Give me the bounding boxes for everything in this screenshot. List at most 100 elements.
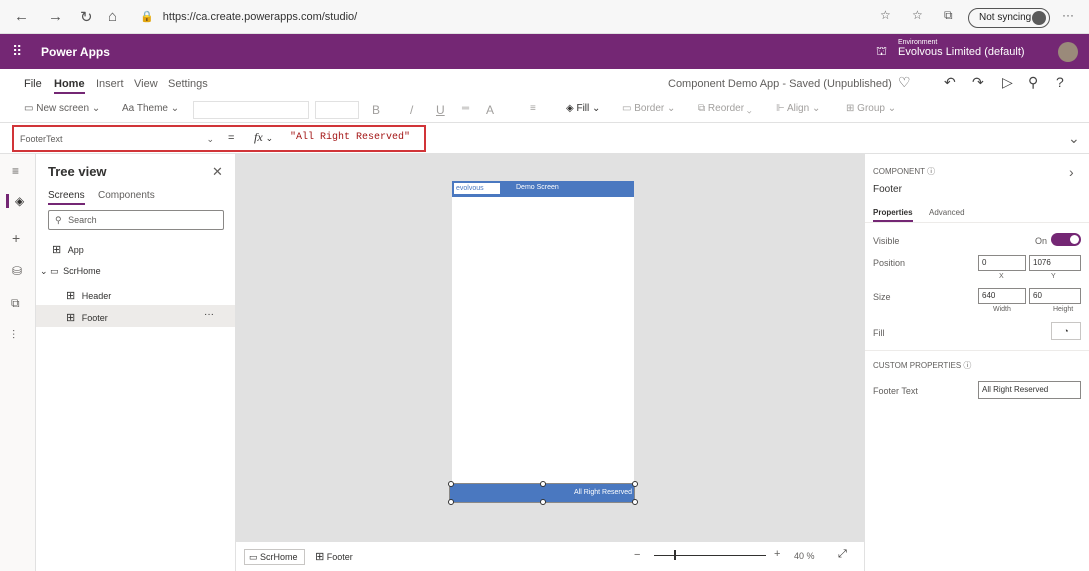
insert-icon[interactable]: + xyxy=(12,230,20,246)
close-icon[interactable]: ✕ xyxy=(212,164,223,180)
menu-settings[interactable]: Settings xyxy=(168,78,208,90)
tree-item-label: App xyxy=(67,245,84,255)
collapse-panel-icon[interactable]: › xyxy=(1069,164,1074,180)
browser-more-icon[interactable]: ··· xyxy=(1062,8,1074,22)
more-options-icon[interactable]: ··· xyxy=(204,309,214,320)
tree-item-screen[interactable]: ⌄ ▭ ScrHome xyxy=(40,266,101,277)
play-icon[interactable]: ▷ xyxy=(1002,74,1013,91)
reorder-button[interactable]: ⧉ Reorder ⌄ xyxy=(698,103,752,114)
tab-properties[interactable]: Properties xyxy=(873,208,913,222)
align-button[interactable]: ⊩ Align ⌄ xyxy=(776,103,820,114)
resize-handle[interactable] xyxy=(632,499,638,505)
position-y-input[interactable]: 1076 xyxy=(1029,255,1081,271)
address-bar[interactable]: 🔒 https://ca.create.powerapps.com/studio… xyxy=(140,6,840,28)
resize-handle[interactable] xyxy=(632,481,638,487)
height-input[interactable]: 60 xyxy=(1029,288,1081,304)
resize-handle[interactable] xyxy=(448,499,454,505)
zoom-slider-thumb[interactable] xyxy=(674,550,676,560)
forward-icon[interactable]: → xyxy=(48,8,63,25)
tab-screens[interactable]: Screens xyxy=(48,190,85,205)
tab-advanced[interactable]: Advanced xyxy=(929,208,965,217)
font-color-icon[interactable]: A xyxy=(486,103,494,117)
zoom-out-button[interactable]: − xyxy=(634,549,640,561)
resize-handle[interactable] xyxy=(540,499,546,505)
layers-icon[interactable]: ◈ xyxy=(6,194,24,208)
refresh-icon[interactable]: ↻ xyxy=(80,8,93,26)
menu-view[interactable]: View xyxy=(134,78,158,90)
collections-icon[interactable]: ⧉ xyxy=(944,8,953,23)
breadcrumb-component[interactable]: ⊞ Footer xyxy=(315,551,353,563)
redo-icon[interactable]: ↷ xyxy=(972,74,984,91)
position-x-input[interactable]: 0 xyxy=(978,255,1026,271)
undo-icon[interactable]: ↶ xyxy=(944,74,956,91)
font-size-dropdown[interactable] xyxy=(315,101,359,119)
tree-item-footer[interactable]: ⊞ Footer ··· xyxy=(36,305,235,327)
environment-picker[interactable]: Environment Evolvous Limited (default) xyxy=(898,39,1025,58)
tree-item-header[interactable]: ⊞ Header xyxy=(66,289,111,302)
breadcrumb-screen[interactable]: ▭ ScrHome xyxy=(244,549,306,565)
status-bar: ▭ ScrHome ⊞ Footer − + 40 % ⤢ xyxy=(236,541,864,571)
component-icon: ⊞ xyxy=(66,290,76,302)
border-button[interactable]: ▭ Border ⌄ xyxy=(622,103,675,114)
fill-button[interactable]: ◈ Fill ⌄ xyxy=(566,103,600,114)
browser-toolbar: ← → ↻ ⌂ 🔒 https://ca.create.powerapps.co… xyxy=(0,0,1089,34)
resize-handle[interactable] xyxy=(448,481,454,487)
property-dropdown[interactable]: FooterText ⌄ xyxy=(16,129,216,149)
share-icon[interactable]: ⚲ xyxy=(1028,74,1038,91)
fit-to-window-icon[interactable]: ⤢ xyxy=(838,548,847,561)
tab-components[interactable]: Components xyxy=(98,190,155,201)
user-avatar[interactable] xyxy=(1058,42,1078,62)
footer-text-input[interactable]: All Right Reserved xyxy=(978,381,1081,399)
theme-button[interactable]: Aa Theme ⌄ xyxy=(122,103,179,114)
visible-toggle[interactable] xyxy=(1051,233,1081,246)
favorites-add-icon[interactable]: ☆ xyxy=(880,8,891,22)
waffle-icon[interactable]: ⠿ xyxy=(12,43,22,60)
header-component[interactable]: evolvous Demo Screen xyxy=(452,181,634,197)
app-checker-icon[interactable]: ♡ xyxy=(898,74,911,91)
border-label: Border xyxy=(634,103,665,114)
screen-icon: ▭ xyxy=(50,266,59,276)
ribbon-toolbar: ▭ New screen ⌄ Aa Theme ⌄ B / U ═ A ≡ ◈ … xyxy=(0,97,1089,123)
search-placeholder: Search xyxy=(68,215,97,225)
width-label: Width xyxy=(993,306,1011,313)
width-input[interactable]: 640 xyxy=(978,288,1026,304)
group-button[interactable]: ⊞ Group ⌄ xyxy=(846,103,896,114)
bold-button[interactable]: B xyxy=(372,103,380,117)
underline-button[interactable]: U xyxy=(436,103,445,117)
data-icon[interactable]: ⛁ xyxy=(12,264,22,278)
variables-icon[interactable]: ⫶ xyxy=(12,328,15,343)
menu-file[interactable]: File xyxy=(24,78,42,90)
home-icon[interactable]: ⌂ xyxy=(108,8,117,25)
resize-handle[interactable] xyxy=(540,481,546,487)
url-text: https://ca.create.powerapps.com/studio/ xyxy=(162,11,358,23)
menu-insert[interactable]: Insert xyxy=(96,78,124,90)
strikethrough-icon[interactable]: ═ xyxy=(462,103,469,114)
font-dropdown[interactable] xyxy=(193,101,309,119)
position-label: Position xyxy=(873,258,906,268)
media-icon[interactable]: ⧉ xyxy=(11,296,20,311)
fx-button[interactable]: fx ⌄ xyxy=(254,130,273,145)
italic-button[interactable]: / xyxy=(410,103,413,117)
component-icon: ⊞ xyxy=(66,312,76,324)
formula-expand-icon[interactable]: ⌄ xyxy=(1068,130,1080,147)
custom-label-text: CUSTOM PROPERTIES xyxy=(873,361,962,370)
sync-button[interactable]: Not syncing xyxy=(968,8,1050,28)
fill-color-picker[interactable]: ◔ xyxy=(1051,322,1081,340)
formula-input[interactable]: "All Right Reserved" xyxy=(290,132,410,143)
zoom-slider[interactable] xyxy=(654,550,766,560)
new-screen-button[interactable]: ▭ New screen ⌄ xyxy=(24,103,100,114)
info-icon[interactable]: ⓘ xyxy=(963,361,971,370)
search-icon: ⚲ xyxy=(55,215,62,225)
hamburger-icon[interactable]: ≡ xyxy=(12,164,19,178)
favorites-icon[interactable]: ☆ xyxy=(912,8,923,22)
info-icon[interactable]: ⓘ xyxy=(927,167,935,176)
zoom-in-button[interactable]: + xyxy=(774,548,780,560)
menu-home[interactable]: Home xyxy=(54,78,85,94)
back-icon[interactable]: ← xyxy=(14,8,29,25)
fx-icon: fx xyxy=(254,130,263,144)
help-icon[interactable]: ? xyxy=(1056,74,1064,90)
tree-search-box[interactable]: ⚲ Search xyxy=(48,210,224,230)
toggle-knob xyxy=(1070,235,1079,244)
tree-item-app[interactable]: ⊞ App xyxy=(52,243,84,256)
text-align-icon[interactable]: ≡ xyxy=(530,103,536,114)
